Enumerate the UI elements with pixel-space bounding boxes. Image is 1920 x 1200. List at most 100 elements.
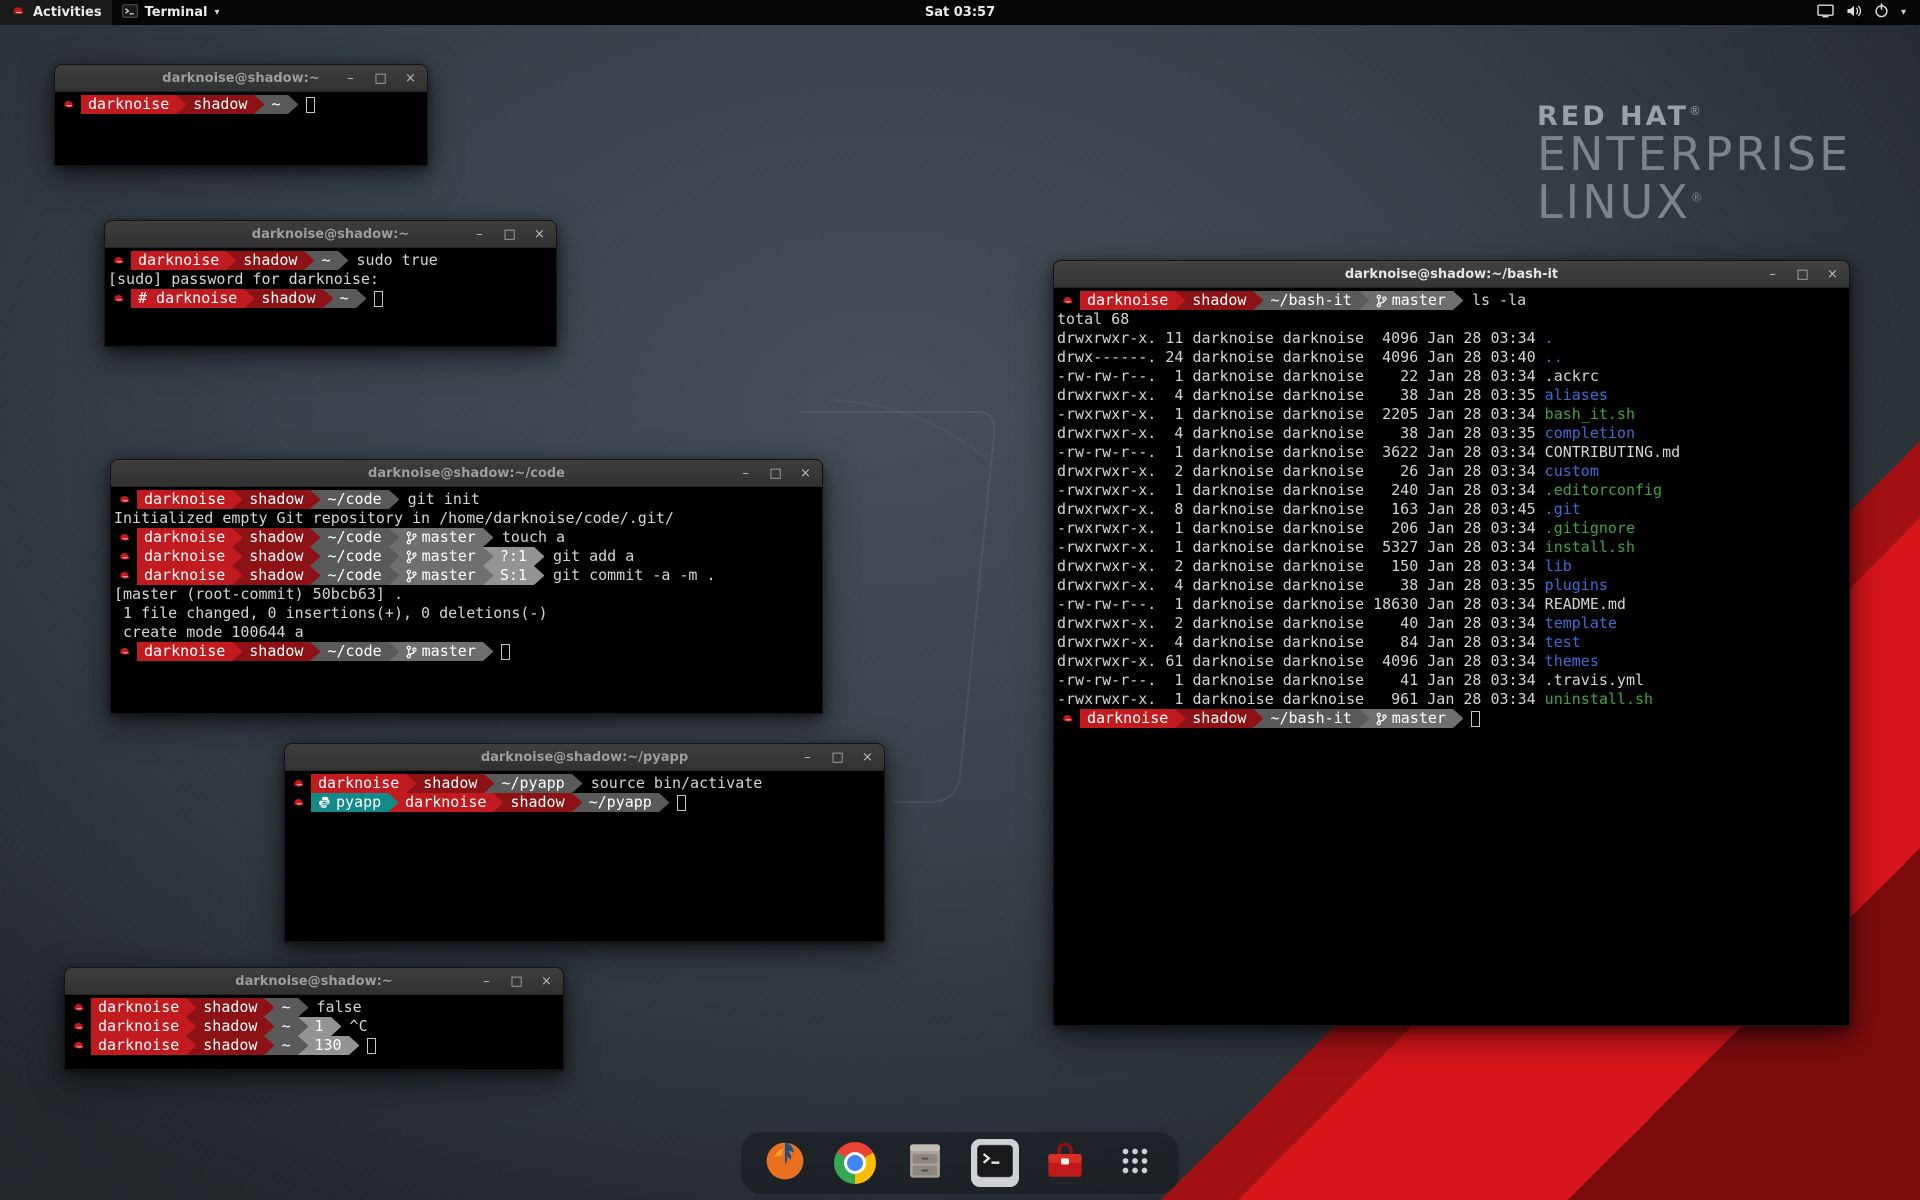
terminal-window-sudo: darknoise@shadow:~ – □ × darknoiseshadow…: [104, 220, 557, 347]
prompt-segment: ?:1: [493, 547, 534, 566]
powerline-arrow-icon: [1175, 291, 1185, 310]
terminal-text: drwxrwxr-x. 61 darknoise darknoise 4096 …: [1057, 652, 1545, 671]
titlebar[interactable]: darknoise@shadow:~/bash-it – □ ×: [1054, 261, 1849, 288]
terminal-line: [sudo] password for darknoise:: [108, 270, 554, 289]
terminal-line: darknoiseshadow~/codemaster touch a: [114, 528, 820, 547]
terminal-text: completion: [1545, 424, 1635, 443]
prompt-segment: master: [399, 547, 483, 566]
status-area[interactable]: ▾: [1803, 0, 1920, 25]
terminal-line: create mode 100644 a: [114, 623, 820, 642]
powerline-arrow-icon: [406, 774, 416, 793]
maximize-button[interactable]: □: [1795, 268, 1810, 281]
maximize-button[interactable]: □: [502, 228, 517, 241]
terminal-text: uninstall.sh: [1545, 690, 1653, 709]
terminal-content[interactable]: darknoiseshadow~ falsedarknoiseshadow~1 …: [65, 995, 563, 1057]
python-icon: [318, 796, 331, 809]
terminal-text: themes: [1545, 652, 1599, 671]
prompt-segment: shadow: [1185, 709, 1253, 728]
terminal-content[interactable]: darknoiseshadow~ sudo true[sudo] passwor…: [105, 248, 556, 310]
prompt-segment: pyapp: [311, 793, 388, 812]
prompt-segment: darknoise: [81, 95, 176, 114]
terminal-line: 1 file changed, 0 insertions(+), 0 delet…: [114, 604, 820, 623]
titlebar[interactable]: darknoise@shadow:~/pyapp – □ ×: [285, 744, 884, 771]
powerline-arrow-icon: [493, 793, 503, 812]
prompt-segment: ~: [274, 1017, 297, 1036]
terminal-window-home-2: darknoise@shadow:~ – □ × darknoiseshadow…: [64, 967, 564, 1070]
powerline-arrow-icon: [232, 566, 242, 585]
redhat-icon: [114, 566, 137, 585]
terminal-line: -rw-rw-r--. 1 darknoise darknoise 3622 J…: [1057, 443, 1847, 462]
dock-item-toolbox[interactable]: [1041, 1139, 1089, 1187]
terminal-text: git add a: [544, 547, 634, 566]
activities-button[interactable]: Activities: [0, 0, 112, 25]
powerline-arrow-icon: [572, 774, 582, 793]
prompt-segment: ~/pyapp: [494, 774, 571, 793]
terminal-content[interactable]: darknoiseshadow~/code git initInitialize…: [111, 487, 822, 663]
dock-item-files[interactable]: [901, 1139, 949, 1187]
minimize-button[interactable]: –: [343, 72, 358, 85]
close-button[interactable]: ×: [860, 751, 875, 764]
clock[interactable]: Sat 03:57: [915, 0, 1005, 25]
prompt-segment: shadow: [254, 289, 322, 308]
powerline-arrow-icon: [310, 490, 320, 509]
prompt-segment: darknoise: [1080, 291, 1175, 310]
powerline-arrow-icon: [310, 528, 320, 547]
minimize-button[interactable]: –: [1765, 268, 1780, 281]
terminal-text: aliases: [1545, 386, 1608, 405]
terminal-line: drwxrwxr-x. 2 darknoise darknoise 26 Jan…: [1057, 462, 1847, 481]
minimize-button[interactable]: –: [800, 751, 815, 764]
prompt-segment: ~: [333, 289, 356, 308]
prompt-segment: 130: [308, 1036, 349, 1055]
prompt-segment: ~: [264, 95, 287, 114]
minimize-button[interactable]: –: [479, 975, 494, 988]
terminal-line: Initialized empty Git repository in /hom…: [114, 509, 820, 528]
powerline-arrow-icon: [186, 1036, 196, 1055]
terminal-window-pyapp: darknoise@shadow:~/pyapp – □ × darknoise…: [284, 743, 885, 942]
titlebar[interactable]: darknoise@shadow:~ – □ ×: [55, 65, 427, 92]
terminal-line: darknoiseshadow~/codemaster?:1 git add a: [114, 547, 820, 566]
dock-item-app-grid[interactable]: [1111, 1139, 1159, 1187]
powerline-arrow-icon: [264, 1036, 274, 1055]
terminal-content[interactable]: darknoiseshadow~: [55, 92, 427, 116]
terminal-text: plugins: [1545, 576, 1608, 595]
terminal-text: .: [1545, 329, 1554, 348]
dock-item-chrome[interactable]: [831, 1139, 879, 1187]
close-button[interactable]: ×: [532, 228, 547, 241]
maximize-button[interactable]: □: [768, 467, 783, 480]
prompt-segment: shadow: [196, 998, 264, 1017]
minimize-button[interactable]: –: [472, 228, 487, 241]
dock-item-terminal[interactable]: [971, 1139, 1019, 1187]
close-button[interactable]: ×: [539, 975, 554, 988]
app-menu-terminal[interactable]: Terminal ▾: [112, 0, 230, 25]
app-menu-label: Terminal: [145, 5, 208, 20]
terminal-text: drwxrwxr-x. 4 darknoise darknoise 84 Jan…: [1057, 633, 1545, 652]
terminal-text: CONTRIBUTING.md: [1545, 443, 1680, 462]
prompt-segment: darknoise: [137, 547, 232, 566]
titlebar[interactable]: darknoise@shadow:~ – □ ×: [65, 968, 563, 995]
terminal-line: -rwxrwxr-x. 1 darknoise darknoise 240 Ja…: [1057, 481, 1847, 500]
prompt-segment: ~: [274, 1036, 297, 1055]
close-button[interactable]: ×: [798, 467, 813, 480]
prompt-segment: darknoise: [311, 774, 406, 793]
titlebar[interactable]: darknoise@shadow:~/code – □ ×: [111, 460, 822, 487]
maximize-button[interactable]: □: [830, 751, 845, 764]
terminal-content[interactable]: darknoiseshadow~/bash-itmaster ls -latot…: [1054, 288, 1849, 730]
terminal-cursor: [306, 97, 315, 113]
prompt-segment: master: [1369, 291, 1453, 310]
terminal-content[interactable]: darknoiseshadow~/pyapp source bin/activa…: [285, 771, 884, 814]
minimize-button[interactable]: –: [738, 467, 753, 480]
close-button[interactable]: ×: [403, 72, 418, 85]
powerline-arrow-icon: [534, 547, 544, 566]
terminal-text: create mode 100644 a: [114, 623, 304, 642]
redhat-icon: [1057, 291, 1080, 310]
terminal-text: -rwxrwxr-x. 1 darknoise darknoise 2205 J…: [1057, 405, 1545, 424]
close-button[interactable]: ×: [1825, 268, 1840, 281]
terminal-text: -rwxrwxr-x. 1 darknoise darknoise 961 Ja…: [1057, 690, 1545, 709]
dock-item-firefox[interactable]: [761, 1139, 809, 1187]
maximize-button[interactable]: □: [509, 975, 524, 988]
terminal-line: darknoiseshadow~130: [68, 1036, 561, 1055]
maximize-button[interactable]: □: [373, 72, 388, 85]
powerline-arrow-icon: [186, 1017, 196, 1036]
titlebar[interactable]: darknoise@shadow:~ – □ ×: [105, 221, 556, 248]
redhat-icon: [288, 793, 311, 812]
